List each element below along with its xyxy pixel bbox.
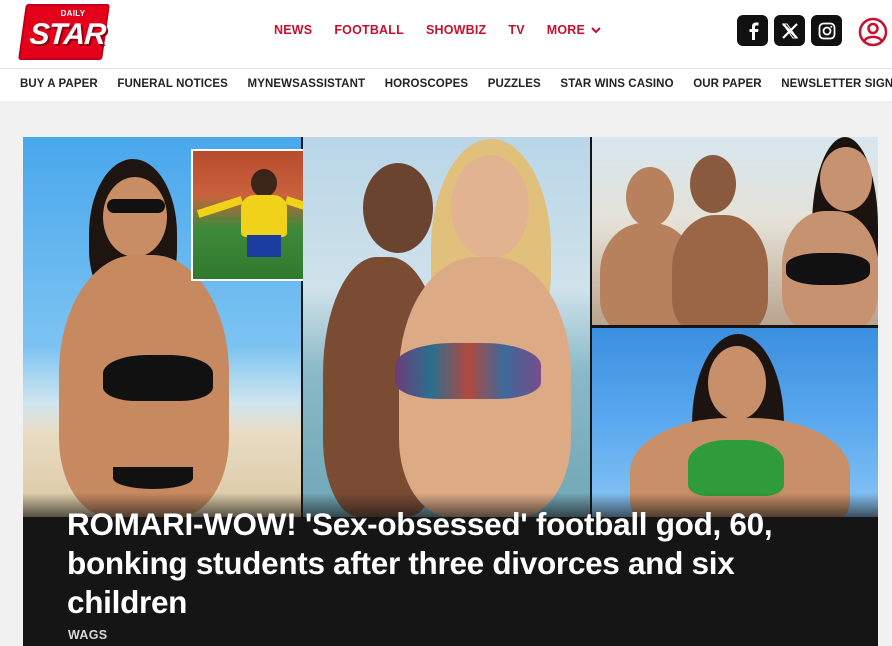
hero-photo-bottom-right	[592, 328, 878, 517]
secnav-puzzles[interactable]: PUZZLES	[488, 78, 541, 90]
hero-article-card[interactable]: ROMARI-WOW! 'Sex-obsessed' football god,…	[23, 137, 878, 646]
social-links	[737, 15, 842, 46]
secnav-star-wins-casino[interactable]: STAR WINS CASINO	[560, 78, 673, 90]
secnav-horoscopes[interactable]: HOROSCOPES	[385, 78, 468, 90]
secnav-newsletter-signup[interactable]: NEWSLETTER SIGNUP	[781, 78, 892, 90]
hero-category-tag[interactable]: WAGS	[68, 628, 107, 642]
logo-star-text: STAR	[28, 18, 107, 51]
nav-more-label: MORE	[546, 23, 586, 37]
nav-showbiz[interactable]: SHOWBIZ	[426, 23, 486, 37]
chevron-down-icon	[591, 27, 601, 34]
logo-daily-text: DAILY	[60, 9, 86, 18]
x-icon[interactable]	[774, 15, 805, 46]
daily-star-logo[interactable]: DAILY STAR	[18, 4, 110, 60]
nav-news[interactable]: NEWS	[274, 23, 312, 37]
hero-photo-center	[303, 137, 590, 517]
site-header: DAILY STAR NEWS FOOTBALL SHOWBIZ TV MORE	[0, 0, 892, 66]
hero-headline[interactable]: ROMARI-WOW! 'Sex-obsessed' football god,…	[67, 505, 837, 622]
nav-tv[interactable]: TV	[508, 23, 524, 37]
nav-football[interactable]: FOOTBALL	[334, 23, 404, 37]
facebook-icon[interactable]	[737, 15, 768, 46]
secondary-nav: BUY A PAPER FUNERAL NOTICES MYNEWSASSIST…	[0, 68, 892, 102]
nav-more[interactable]: MORE	[547, 23, 601, 37]
hero-photo-top-right	[592, 137, 878, 325]
instagram-icon[interactable]	[811, 15, 842, 46]
main-nav: NEWS FOOTBALL SHOWBIZ TV MORE	[274, 23, 623, 37]
secnav-mynewsassistant[interactable]: MYNEWSASSISTANT	[248, 78, 366, 90]
user-account-icon[interactable]	[858, 17, 888, 47]
secnav-funeral-notices[interactable]: FUNERAL NOTICES	[117, 78, 228, 90]
secnav-our-paper[interactable]: OUR PAPER	[693, 78, 761, 90]
secnav-buy-a-paper[interactable]: BUY A PAPER	[20, 78, 98, 90]
